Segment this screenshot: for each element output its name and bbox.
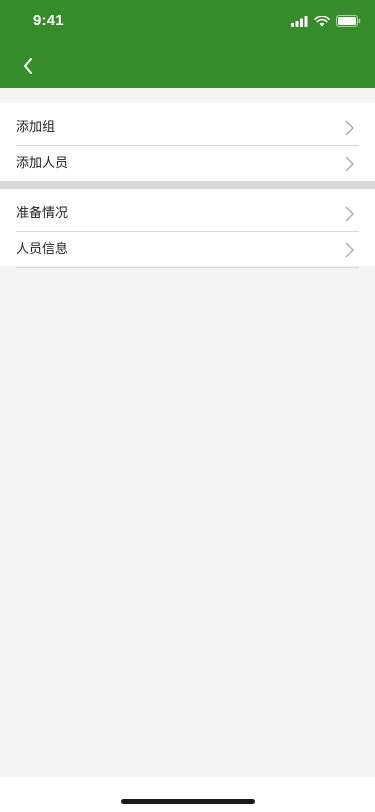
menu-item-label: 准备情况	[16, 206, 69, 221]
top-spacer	[0, 88, 375, 103]
menu-item-label: 人员信息	[16, 242, 69, 257]
section-separator	[0, 181, 375, 189]
back-button[interactable]	[16, 54, 40, 78]
signal-icon	[291, 15, 308, 27]
menu-item-label: 添加组	[16, 120, 56, 135]
chevron-right-icon	[345, 206, 354, 221]
home-indicator	[121, 799, 255, 804]
menu-group-2: 准备情况 人员信息	[0, 189, 375, 268]
status-time: 9:41	[33, 12, 64, 29]
menu-item-personnel-info[interactable]: 人员信息	[16, 232, 359, 268]
menu-item-readiness[interactable]: 准备情况	[16, 196, 359, 232]
chevron-right-icon	[345, 242, 354, 257]
app-header: 9:41	[0, 0, 375, 88]
wifi-icon	[314, 15, 330, 26]
menu-item-add-group[interactable]: 添加组	[16, 110, 359, 146]
battery-icon	[336, 15, 361, 27]
status-icons	[291, 15, 361, 27]
chevron-right-icon	[345, 120, 354, 135]
chevron-right-icon	[345, 156, 354, 171]
menu-group-1: 添加组 添加人员	[0, 103, 375, 181]
menu-item-add-person[interactable]: 添加人员	[16, 146, 359, 181]
chevron-left-icon	[24, 58, 32, 74]
menu-item-label: 添加人员	[16, 156, 69, 171]
bottom-safe-area	[0, 777, 375, 812]
